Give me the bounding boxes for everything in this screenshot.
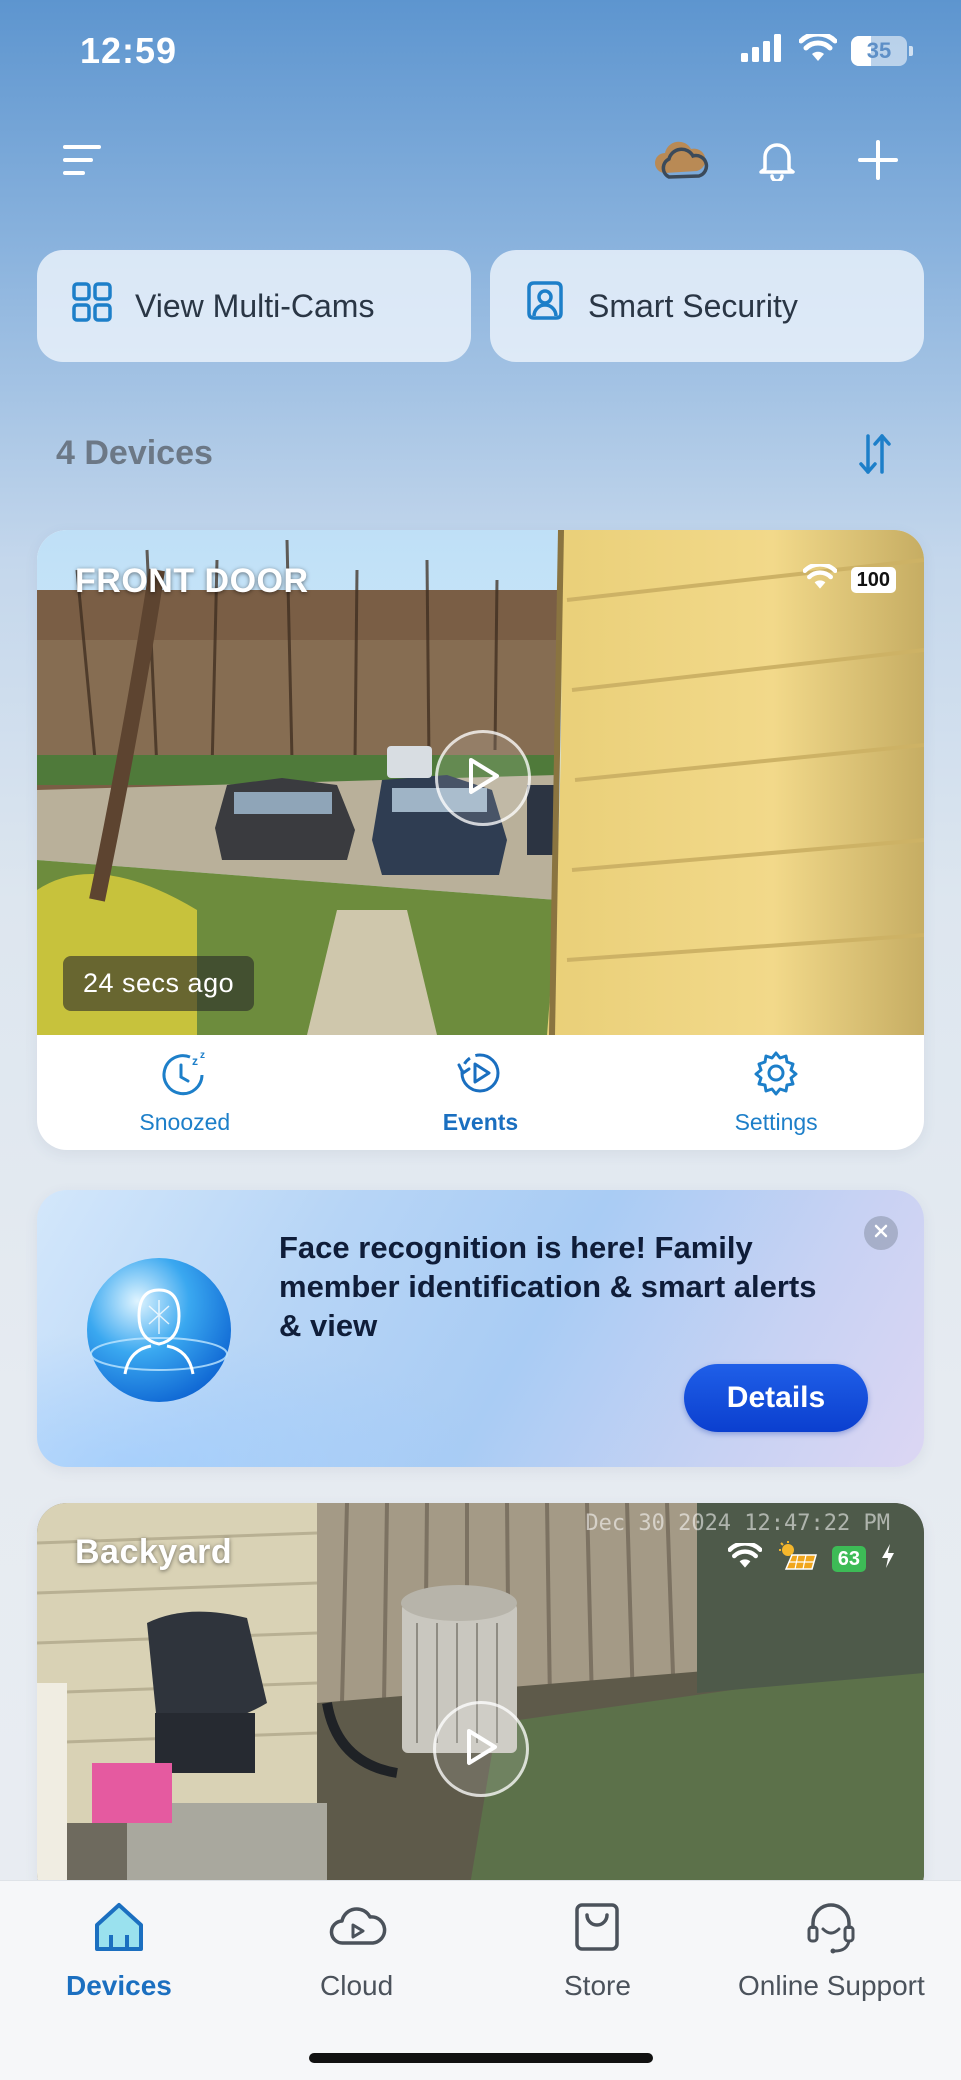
smart-security-button[interactable]: Smart Security: [490, 250, 924, 362]
snoozed-label: Snoozed: [139, 1109, 231, 1135]
menu-icon[interactable]: [50, 128, 114, 192]
camera-stats: 100: [802, 562, 896, 595]
last-snapshot-time: 24 secs ago: [63, 956, 255, 1011]
cloud-status-icon[interactable]: [648, 128, 712, 192]
svg-text:z: z: [200, 1050, 205, 1061]
tab-cloud[interactable]: Cloud: [320, 1899, 393, 2002]
devices-count: 4 Devices: [56, 434, 213, 472]
view-multi-cams-button[interactable]: View Multi-Cams: [37, 250, 471, 362]
settings-label: Settings: [734, 1109, 818, 1135]
snoozed-button[interactable]: z z Snoozed: [85, 1049, 285, 1136]
status-icons: 35: [741, 31, 913, 67]
home-icon: [89, 1899, 149, 1962]
home-indicator: [309, 2053, 653, 2063]
view-multi-cams-label: View Multi-Cams: [135, 287, 375, 324]
tab-cloud-label: Cloud: [320, 1970, 394, 2001]
camera-card-front-door[interactable]: FRONT DOOR 100 24 secs ago z z Snoozed E…: [37, 530, 924, 1150]
status-time: 12:59: [80, 30, 178, 71]
camera-battery-badge: 100: [850, 566, 896, 593]
close-promo-button[interactable]: [864, 1216, 898, 1250]
tab-online-support-label: Online Support: [738, 1970, 925, 2001]
live-play-button[interactable]: [435, 730, 531, 826]
promo-details-button[interactable]: Details: [684, 1364, 868, 1432]
wifi-icon: [798, 31, 838, 67]
grid-icon: [71, 281, 113, 331]
battery-percent: 35: [866, 37, 892, 63]
gear-icon: [751, 1049, 801, 1103]
camera-battery-badge: 63: [831, 1545, 866, 1572]
camera-overlay-timestamp: Dec 30 2024 12:47:22 PM: [585, 1511, 890, 1536]
charging-icon: [880, 1543, 896, 1574]
svg-text:z: z: [192, 1054, 198, 1068]
camera-name: FRONT DOOR: [75, 562, 309, 600]
smart-security-label: Smart Security: [588, 287, 798, 324]
snooze-icon: z z: [160, 1049, 210, 1103]
tab-devices[interactable]: Devices: [66, 1899, 172, 2002]
play-icon: [465, 756, 501, 801]
parked-car: [215, 778, 355, 860]
solar-panel-icon: [776, 1541, 818, 1576]
camera-feed-backyard[interactable]: Backyard Dec 30 2024 12:47:22 PM 63: [37, 1503, 924, 1903]
face-recognition-icon: [79, 1250, 239, 1415]
camera-settings-button[interactable]: Settings: [676, 1049, 876, 1136]
promo-text: Face recognition is here! Family member …: [279, 1230, 817, 1343]
notifications-bell-icon[interactable]: [745, 128, 809, 192]
play-icon: [463, 1727, 499, 1772]
events-label: Events: [442, 1109, 519, 1135]
camera-stats: 63: [727, 1541, 896, 1576]
tab-online-support[interactable]: Online Support: [738, 1899, 925, 2002]
tab-store-label: Store: [564, 1970, 631, 2001]
grill-cover: [147, 1611, 267, 1773]
battery-status: 35: [851, 35, 913, 66]
camera-card-backyard[interactable]: Backyard Dec 30 2024 12:47:22 PM 63: [37, 1503, 924, 1903]
bag-icon: [567, 1899, 627, 1962]
camera-actions: z z Snoozed Events Settings: [37, 1035, 924, 1150]
sort-icon[interactable]: [849, 426, 901, 482]
camera-wifi-icon: [802, 562, 838, 595]
live-play-button[interactable]: [433, 1701, 529, 1797]
close-icon: [873, 1223, 889, 1244]
camera-feed-front-door[interactable]: FRONT DOOR 100 24 secs ago: [37, 530, 924, 1035]
headset-icon: [801, 1899, 861, 1962]
cloud-play-icon: [327, 1899, 387, 1962]
camera-name: Backyard: [75, 1533, 233, 1571]
cellular-signal-icon: [741, 34, 785, 67]
shield-person-icon: [524, 280, 566, 332]
tab-store[interactable]: Store: [564, 1899, 631, 2002]
face-recognition-promo[interactable]: Face recognition is here! Family member …: [37, 1190, 924, 1467]
camera-wifi-icon: [727, 1541, 763, 1574]
add-device-icon[interactable]: [846, 128, 910, 192]
tab-devices-label: Devices: [66, 1970, 172, 2001]
events-icon: [455, 1049, 505, 1103]
bottom-tab-bar: Devices Cloud Store Online Support: [0, 1880, 961, 2080]
status-bar: 12:59 35: [0, 0, 961, 110]
events-button[interactable]: Events: [380, 1049, 580, 1136]
